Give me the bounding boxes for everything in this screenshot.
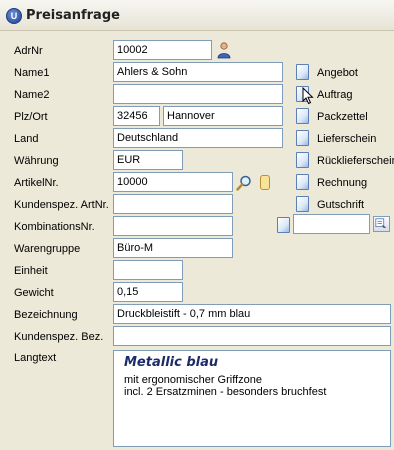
label-waehrung: Währung xyxy=(14,155,59,167)
link-rechnung[interactable]: Rechnung xyxy=(296,174,367,193)
label-name1: Name1 xyxy=(14,67,50,79)
link-gutschrift[interactable]: Gutschrift xyxy=(296,196,364,215)
label-gewicht: Gewicht xyxy=(14,287,54,299)
document-icon[interactable] xyxy=(277,217,290,233)
langtext-field[interactable]: Metallic blau mit ergonomischer Griffzon… xyxy=(113,350,391,447)
link-lieferschein[interactable]: Lieferschein xyxy=(296,130,376,149)
kundenspez-bez-field[interactable] xyxy=(113,326,391,346)
label-land: Land xyxy=(14,133,39,145)
land-field[interactable]: Deutschland xyxy=(113,128,283,148)
plz-field[interactable]: 32456 xyxy=(113,106,160,126)
document-number-field[interactable] xyxy=(293,214,370,234)
waehrung-field[interactable]: EUR xyxy=(113,150,183,170)
label-plz-ort: Plz/Ort xyxy=(14,111,48,123)
link-angebot[interactable]: Angebot xyxy=(296,64,358,83)
preisanfrage-window: U Preisanfrage AdrNr Name1 Name2 Plz/Ort… xyxy=(0,0,394,450)
artikelnr-field[interactable]: 10000 xyxy=(113,172,233,192)
langtext-line: mit ergonomischer Griffzone xyxy=(124,374,262,386)
link-packzettel[interactable]: Packzettel xyxy=(296,108,368,127)
label-name2: Name2 xyxy=(14,89,50,101)
mouse-cursor-icon xyxy=(302,87,314,105)
window-title: Preisanfrage xyxy=(26,8,120,23)
label-langtext: Langtext xyxy=(14,352,57,364)
kombinationsnr-field[interactable] xyxy=(113,216,233,236)
search-icon[interactable] xyxy=(235,174,253,192)
document-icon xyxy=(296,108,309,124)
label-kundenspez-artnr: Kundenspez. ArtNr. xyxy=(14,199,109,211)
label-bezeichnung: Bezeichnung xyxy=(14,309,78,321)
ort-field[interactable]: Hannover xyxy=(163,106,283,126)
gewicht-field[interactable]: 0,15 xyxy=(113,282,183,302)
langtext-heading: Metallic blau xyxy=(124,355,219,370)
person-icon[interactable] xyxy=(216,41,232,59)
kundenspez-artnr-field[interactable] xyxy=(113,194,233,214)
note-icon[interactable] xyxy=(260,175,270,190)
document-icon xyxy=(296,152,309,168)
document-icon xyxy=(296,174,309,190)
app-icon: U xyxy=(6,8,22,24)
bezeichnung-field[interactable]: Druckbleistift - 0,7 mm blau xyxy=(113,304,391,324)
document-icon xyxy=(296,130,309,146)
name1-field[interactable]: Ahlers & Sohn xyxy=(113,62,283,82)
warengruppe-field[interactable]: Büro-M xyxy=(113,238,233,258)
label-einheit: Einheit xyxy=(14,265,48,277)
label-kundenspez-bez: Kundenspez. Bez. xyxy=(14,331,104,343)
name2-field[interactable] xyxy=(113,84,283,104)
link-ruecklieferschein[interactable]: Rücklieferschein xyxy=(296,152,394,171)
langtext-line: incl. 2 Ersatzminen - besonders bruchfes… xyxy=(124,386,327,398)
einheit-field[interactable] xyxy=(113,260,183,280)
open-document-icon xyxy=(375,218,387,228)
document-icon xyxy=(296,196,309,212)
label-warengruppe: Warengruppe xyxy=(14,243,81,255)
open-document-button[interactable] xyxy=(373,216,390,232)
label-adrnr: AdrNr xyxy=(14,45,43,57)
document-icon xyxy=(296,64,309,80)
label-kombinationsnr: KombinationsNr. xyxy=(14,221,95,233)
title-bar: U Preisanfrage xyxy=(0,0,394,31)
label-artikelnr: ArtikelNr. xyxy=(14,177,59,189)
adrnr-field[interactable]: 10002 xyxy=(113,40,212,60)
